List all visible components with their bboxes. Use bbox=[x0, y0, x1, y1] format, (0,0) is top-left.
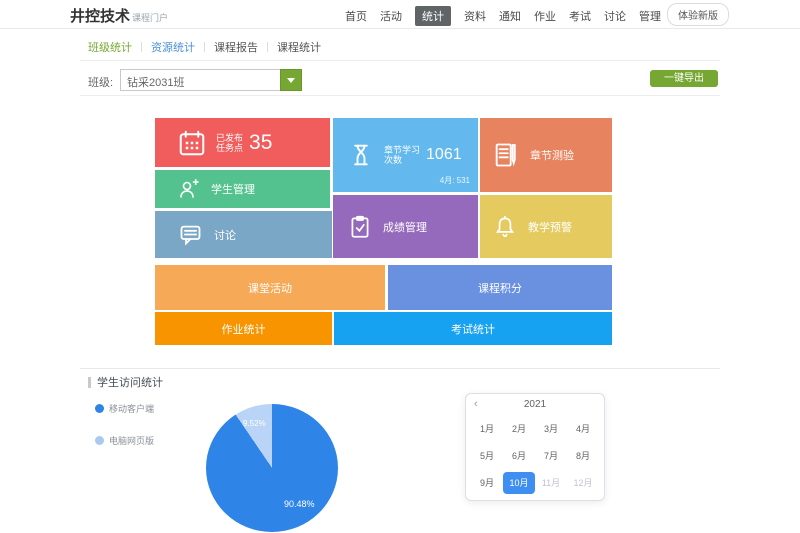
month-cell-jun[interactable]: 6月 bbox=[503, 445, 535, 467]
tile-label: 已发布 任务点 bbox=[216, 133, 243, 153]
month-picker-header: ‹ 2021 bbox=[466, 394, 604, 414]
class-select-value: 钻采2031班 bbox=[121, 70, 301, 90]
month-cell-jul[interactable]: 7月 bbox=[535, 445, 567, 467]
tile-chapter-quiz[interactable]: 章节测验 bbox=[480, 118, 612, 192]
one-click-export-button[interactable]: 一键导出 bbox=[650, 70, 718, 87]
tile-teaching-warning[interactable]: 教学预警 bbox=[480, 195, 612, 258]
clipboard-check-icon bbox=[347, 214, 373, 240]
hourglass-icon bbox=[347, 141, 375, 169]
document-pencil-icon bbox=[492, 141, 520, 169]
subnav-divider bbox=[80, 60, 720, 61]
tile-label-line2: 次数 bbox=[384, 155, 420, 165]
pie-label-mobile-client: 90.48% bbox=[284, 499, 315, 509]
month-cell-sep[interactable]: 9月 bbox=[471, 472, 503, 494]
try-new-version-button[interactable]: 体验新版 bbox=[667, 3, 729, 26]
pie-label-pc-web: 9.52% bbox=[243, 419, 266, 428]
nav-item-homework[interactable]: 作业 bbox=[534, 8, 556, 24]
legend-label: 移动客户端 bbox=[109, 402, 154, 415]
subnav-separator bbox=[267, 42, 268, 52]
month-picker: ‹ 2021 1月 2月 3月 4月 5月 6月 7月 8月 9月 10月 11… bbox=[465, 393, 605, 501]
tile-homework-stats[interactable]: 作业统计 bbox=[155, 312, 332, 345]
nav-item-statistics[interactable]: 统计 bbox=[415, 6, 451, 26]
stats-subnav: 班级统计 资源统计 课程报告 课程统计 bbox=[88, 39, 321, 55]
calendar-year-label: 2021 bbox=[466, 394, 604, 410]
tile-student-management[interactable]: 学生管理 bbox=[155, 170, 330, 208]
tile-label: 教学预警 bbox=[528, 219, 572, 235]
prev-year-arrow-icon[interactable]: ‹ bbox=[474, 398, 478, 410]
legend-item-pc-web[interactable]: 电脑网页版 bbox=[95, 434, 154, 447]
month-cell-may[interactable]: 5月 bbox=[471, 445, 503, 467]
tile-label: 学生管理 bbox=[211, 181, 255, 197]
subnav-resource-stats[interactable]: 资源统计 bbox=[151, 39, 195, 55]
legend-dot-icon bbox=[95, 404, 104, 413]
tile-grade-management[interactable]: 成绩管理 bbox=[333, 195, 478, 258]
top-nav: 首页 活动 统计 资料 通知 作业 考试 讨论 管理 bbox=[345, 6, 661, 26]
course-stats-page: 井控技术课程门户 首页 活动 统计 资料 通知 作业 考试 讨论 管理 体验新版… bbox=[0, 0, 800, 533]
subnav-class-stats[interactable]: 班级统计 bbox=[88, 39, 132, 55]
section-marker bbox=[88, 377, 91, 388]
month-cell-nov-disabled[interactable]: 11月 bbox=[535, 472, 567, 494]
legend-label: 电脑网页版 bbox=[109, 434, 154, 447]
nav-item-notice[interactable]: 通知 bbox=[499, 8, 521, 24]
month-cell-apr[interactable]: 4月 bbox=[567, 418, 599, 440]
tile-class-activity[interactable]: 课堂活动 bbox=[155, 265, 385, 310]
calendar-icon bbox=[177, 128, 207, 158]
tile-label: 章节测验 bbox=[530, 147, 574, 163]
chevron-down-icon bbox=[287, 78, 295, 83]
visit-pie-chart bbox=[206, 404, 338, 532]
class-select-dropdown-button[interactable] bbox=[280, 69, 302, 91]
legend-item-mobile-client[interactable]: 移动客户端 bbox=[95, 402, 154, 415]
subnav-separator bbox=[204, 42, 205, 52]
class-select[interactable]: 钻采2031班 bbox=[120, 69, 302, 91]
tile-label-line1: 章节学习 bbox=[384, 145, 420, 155]
tile-label-line2: 任务点 bbox=[216, 143, 243, 153]
tile-discussion[interactable]: 讨论 bbox=[155, 211, 332, 258]
subnav-separator bbox=[141, 42, 142, 52]
header-divider bbox=[0, 28, 800, 29]
bell-icon bbox=[492, 214, 518, 240]
person-plus-icon bbox=[177, 177, 201, 201]
month-cell-mar[interactable]: 3月 bbox=[535, 418, 567, 440]
course-portal-link[interactable]: 课程门户 bbox=[132, 13, 168, 23]
month-cell-dec-disabled[interactable]: 12月 bbox=[567, 472, 599, 494]
nav-item-manage[interactable]: 管理 bbox=[639, 8, 661, 24]
tile-label: 讨论 bbox=[214, 227, 236, 243]
nav-item-exam[interactable]: 考试 bbox=[569, 8, 591, 24]
chapter-study-month-count: 4月: 531 bbox=[440, 175, 470, 186]
tile-published-task-points[interactable]: 已发布 任务点 35 bbox=[155, 118, 330, 167]
nav-item-materials[interactable]: 资料 bbox=[464, 8, 486, 24]
subnav-course-stats[interactable]: 课程统计 bbox=[277, 39, 321, 55]
tile-course-points[interactable]: 课程积分 bbox=[388, 265, 612, 310]
month-cell-aug[interactable]: 8月 bbox=[567, 445, 599, 467]
tile-exam-stats[interactable]: 考试统计 bbox=[334, 312, 612, 345]
published-task-count: 35 bbox=[249, 131, 272, 155]
visit-stats-title: 学生访问统计 bbox=[88, 374, 163, 390]
month-cell-jan[interactable]: 1月 bbox=[471, 418, 503, 440]
chat-bubble-icon bbox=[177, 221, 204, 248]
chapter-study-count: 1061 bbox=[426, 146, 462, 164]
nav-item-discussion[interactable]: 讨论 bbox=[604, 8, 626, 24]
nav-item-activity[interactable]: 活动 bbox=[380, 8, 402, 24]
page-title: 井控技术课程门户 bbox=[70, 5, 168, 26]
month-cell-feb[interactable]: 2月 bbox=[503, 418, 535, 440]
nav-item-home[interactable]: 首页 bbox=[345, 8, 367, 24]
tile-label-line1: 已发布 bbox=[216, 133, 243, 143]
month-grid: 1月 2月 3月 4月 5月 6月 7月 8月 9月 10月 11月 12月 bbox=[466, 414, 604, 494]
class-filter-label: 班级: bbox=[88, 74, 113, 90]
section-divider bbox=[80, 368, 720, 369]
visit-stats-title-text: 学生访问统计 bbox=[97, 374, 163, 390]
filter-divider bbox=[80, 95, 720, 96]
tile-chapter-study-count[interactable]: 章节学习 次数 1061 4月: 531 bbox=[333, 118, 478, 192]
month-cell-oct-selected[interactable]: 10月 bbox=[503, 472, 535, 494]
tile-label: 章节学习 次数 bbox=[384, 145, 420, 165]
subnav-course-report[interactable]: 课程报告 bbox=[214, 39, 258, 55]
tile-label: 成绩管理 bbox=[383, 219, 427, 235]
course-title: 井控技术 bbox=[70, 8, 130, 25]
legend-dot-icon bbox=[95, 436, 104, 445]
